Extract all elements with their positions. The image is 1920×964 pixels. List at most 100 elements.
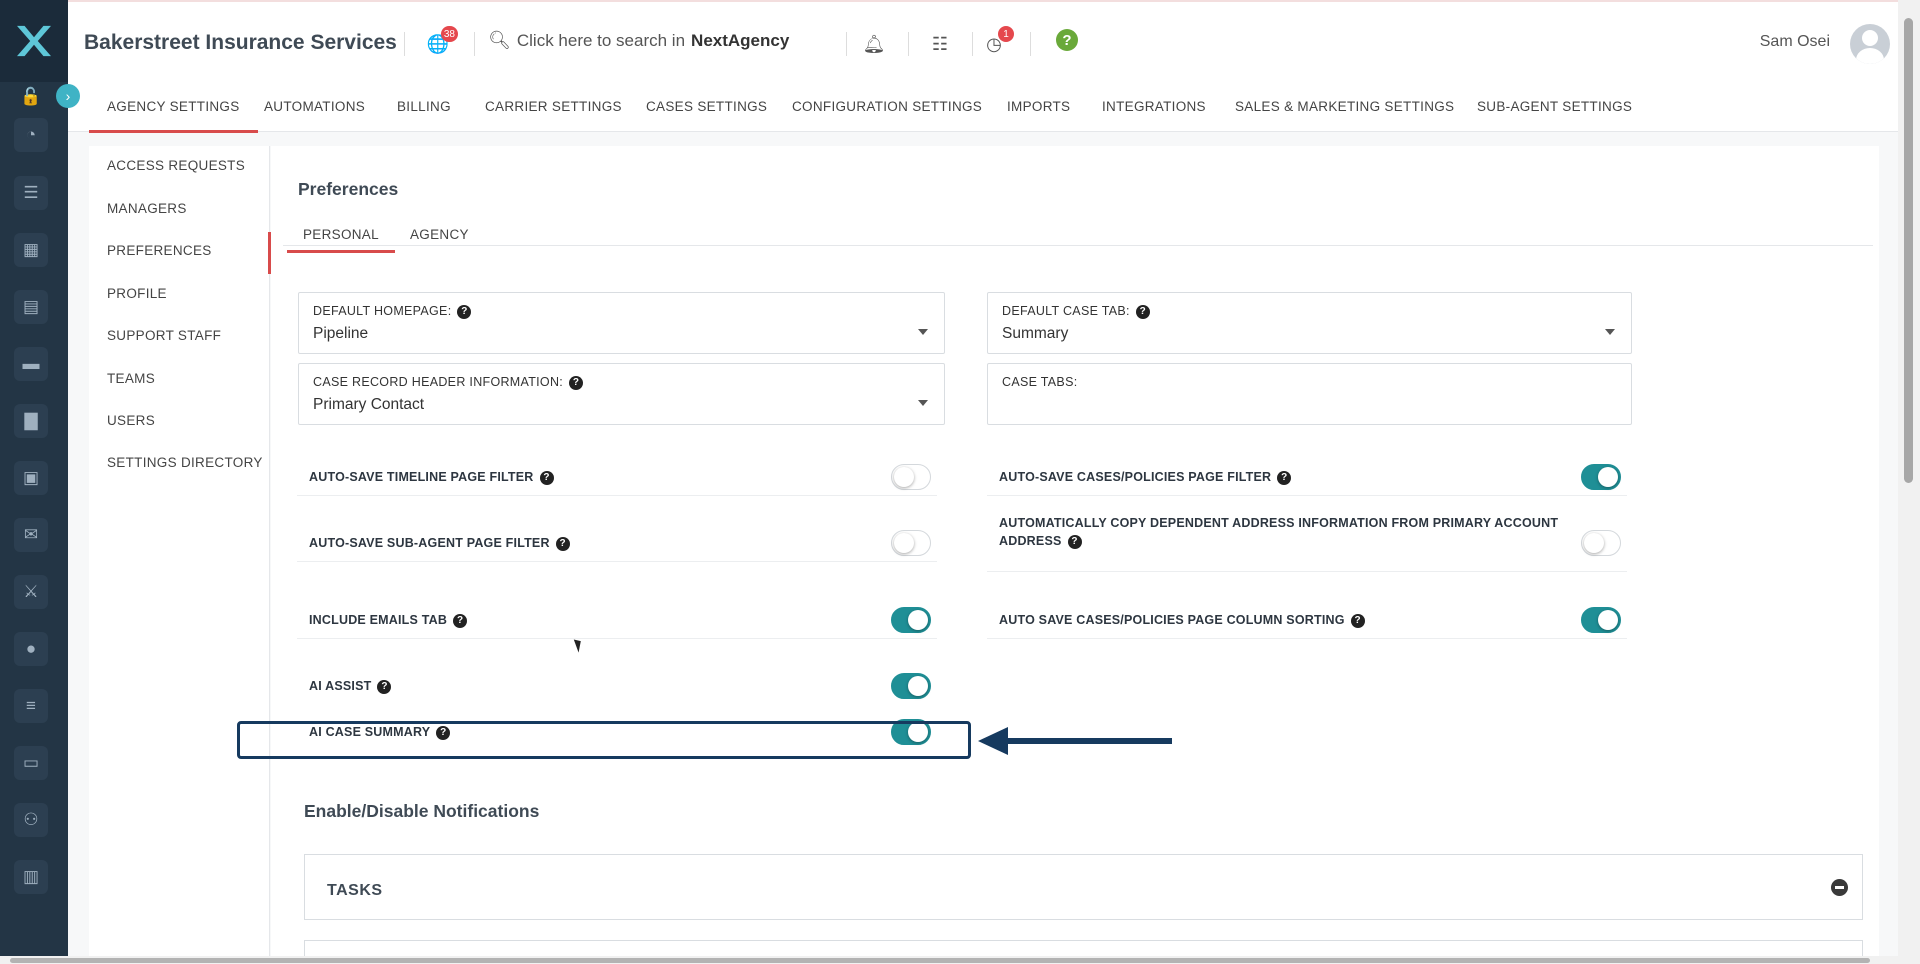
mail-icon[interactable]: ✉: [14, 518, 48, 552]
bar-chart-icon[interactable]: ▇: [14, 404, 48, 438]
help-icon[interactable]: ?: [1135, 304, 1150, 319]
toggle-row: AUTO-SAVE TIMELINE PAGE FILTER?: [297, 442, 937, 496]
grid-icon[interactable]: ▦: [14, 233, 48, 267]
toggle-knob: [894, 467, 914, 487]
horizontal-scrollbar[interactable]: [0, 956, 1898, 964]
handshake-icon[interactable]: ⚔: [14, 575, 48, 609]
default-case-tab-select[interactable]: DEFAULT CASE TAB:? Summary: [987, 292, 1632, 354]
search-product: NextAgency: [691, 30, 790, 50]
app-logo[interactable]: [0, 0, 68, 82]
history-icon[interactable]: ◷ 1: [980, 26, 1014, 58]
book-icon[interactable]: ▤: [14, 290, 48, 324]
user-name[interactable]: Sam Osei: [1760, 33, 1830, 51]
help-icon[interactable]: ?: [453, 614, 468, 628]
ai-assist-toggle[interactable]: [891, 673, 931, 699]
list-detail-icon[interactable]: ≡: [14, 689, 48, 723]
global-search[interactable]: 🔍︎ Click here to search in NextAgency: [488, 30, 789, 51]
side-item-support-staff[interactable]: SUPPORT STAFF: [107, 328, 221, 343]
help-icon[interactable]: ?: [539, 471, 554, 485]
copy-dependent-address-toggle[interactable]: [1581, 530, 1621, 556]
toggle-knob: [1598, 610, 1618, 630]
briefcase-icon[interactable]: ▬: [14, 347, 48, 381]
toggle-row: AUTO-SAVE SUB-AGENT PAGE FILTER?: [297, 508, 937, 562]
toggle-label: INCLUDE EMAILS TAB?: [309, 611, 468, 629]
tab-billing[interactable]: BILLING: [397, 99, 451, 114]
nextagency-logo-icon: [17, 25, 51, 57]
tab-cases-settings[interactable]: CASES SETTINGS: [646, 99, 767, 114]
ai-assist-label: AI ASSIST: [309, 679, 372, 693]
tasks-section[interactable]: TASKS: [304, 854, 1863, 920]
expand-sidebar-button[interactable]: ›: [56, 84, 80, 108]
auto-save-sub-agent-toggle[interactable]: [891, 530, 931, 556]
bell-icon[interactable]: 🔔︎: [860, 30, 888, 58]
list-icon[interactable]: ☰: [14, 176, 48, 210]
toggle-row: AUTO-SAVE CASES/POLICIES PAGE FILTER?: [987, 442, 1627, 496]
field-label: DEFAULT HOMEPAGE:?: [313, 304, 472, 319]
toggle-label: AUTOMATICALLY COPY DEPENDENT ADDRESS INF…: [999, 514, 1569, 550]
auto-save-column-sorting-toggle[interactable]: [1581, 607, 1621, 633]
unlock-icon[interactable]: 🔓: [14, 80, 48, 114]
monitor-icon[interactable]: ▭: [14, 746, 48, 780]
pie-chart-icon[interactable]: ◔: [14, 118, 48, 152]
scroll-thumb[interactable]: [1904, 18, 1913, 483]
help-icon[interactable]: ?: [1277, 471, 1292, 485]
help-icon[interactable]: ?: [457, 304, 472, 319]
collapse-icon[interactable]: [1831, 879, 1848, 896]
scroll-thumb[interactable]: [10, 958, 1870, 963]
help-icon[interactable]: ?: [377, 680, 392, 694]
divider: [972, 32, 973, 56]
auto-save-timeline-toggle[interactable]: [891, 464, 931, 490]
tab-sub-agent-settings[interactable]: SUB-AGENT SETTINGS: [1477, 99, 1632, 114]
globe-icon[interactable]: 🌐 38: [424, 26, 458, 58]
caret-down-icon: [918, 329, 928, 335]
clipboard-icon[interactable]: ▥: [14, 860, 48, 894]
help-icon[interactable]: ?: [1067, 535, 1082, 549]
field-label: DEFAULT CASE TAB:?: [1002, 304, 1150, 319]
default-homepage-select[interactable]: DEFAULT HOMEPAGE:? Pipeline: [298, 292, 945, 354]
user-icon[interactable]: ●: [14, 632, 48, 666]
tab-agency-settings[interactable]: AGENCY SETTINGS: [89, 99, 258, 133]
alerts-badge: 1: [998, 26, 1014, 42]
avatar[interactable]: [1850, 24, 1890, 64]
users-icon[interactable]: ⚇: [14, 803, 48, 837]
tab-agency[interactable]: AGENCY: [410, 227, 469, 242]
case-record-header-select[interactable]: CASE RECORD HEADER INFORMATION:? Primary…: [298, 363, 945, 425]
help-icon[interactable]: ?: [1056, 29, 1078, 51]
toggle-knob: [908, 676, 928, 696]
toggle-label: AUTO SAVE CASES/POLICIES PAGE COLUMN SOR…: [999, 611, 1365, 629]
help-icon[interactable]: ?: [555, 537, 570, 551]
page-title: Preferences: [298, 179, 399, 199]
tab-configuration-settings[interactable]: CONFIGURATION SETTINGS: [792, 99, 982, 114]
auto-save-cases-filter-label: AUTO-SAVE CASES/POLICIES PAGE FILTER: [999, 470, 1272, 484]
highlight-annotation: [237, 721, 971, 759]
auto-save-cases-filter-toggle[interactable]: [1581, 464, 1621, 490]
help-icon[interactable]: ?: [569, 375, 584, 390]
case-record-header-label: CASE RECORD HEADER INFORMATION:: [313, 375, 564, 389]
tab-integrations[interactable]: INTEGRATIONS: [1102, 99, 1206, 114]
side-item-profile[interactable]: PROFILE: [107, 286, 167, 301]
side-item-settings-directory[interactable]: SETTINGS DIRECTORY: [107, 455, 263, 470]
auto-save-timeline-label: AUTO-SAVE TIMELINE PAGE FILTER: [309, 470, 534, 484]
case-tabs-select[interactable]: CASE TABS:: [987, 363, 1632, 425]
settings-side-menu: ACCESS REQUESTS MANAGERS PREFERENCES PRO…: [89, 146, 271, 956]
side-item-teams[interactable]: TEAMS: [107, 371, 155, 386]
chat-icon[interactable]: ☷: [926, 30, 954, 58]
side-item-users[interactable]: USERS: [107, 413, 155, 428]
tab-imports[interactable]: IMPORTS: [1007, 99, 1070, 114]
side-item-access-requests[interactable]: ACCESS REQUESTS: [107, 158, 245, 173]
default-case-tab-value: Summary: [1002, 325, 1069, 342]
calendar-icon[interactable]: ▣: [14, 461, 48, 495]
default-homepage-label: DEFAULT HOMEPAGE:: [313, 304, 452, 318]
help-icon[interactable]: ?: [1350, 614, 1365, 628]
tasks-title: TASKS: [327, 882, 383, 899]
tab-sales-marketing-settings[interactable]: SALES & MARKETING SETTINGS: [1235, 99, 1454, 114]
side-item-preferences[interactable]: PREFERENCES: [107, 243, 212, 258]
tab-automations[interactable]: AUTOMATIONS: [264, 99, 365, 114]
include-emails-tab-label: INCLUDE EMAILS TAB: [309, 613, 448, 627]
tab-personal[interactable]: PERSONAL: [287, 227, 395, 253]
vertical-scrollbar[interactable]: [1898, 0, 1920, 964]
toggle-row: INCLUDE EMAILS TAB?: [297, 585, 937, 639]
side-item-managers[interactable]: MANAGERS: [107, 201, 187, 216]
include-emails-tab-toggle[interactable]: [891, 607, 931, 633]
tab-carrier-settings[interactable]: CARRIER SETTINGS: [485, 99, 622, 114]
